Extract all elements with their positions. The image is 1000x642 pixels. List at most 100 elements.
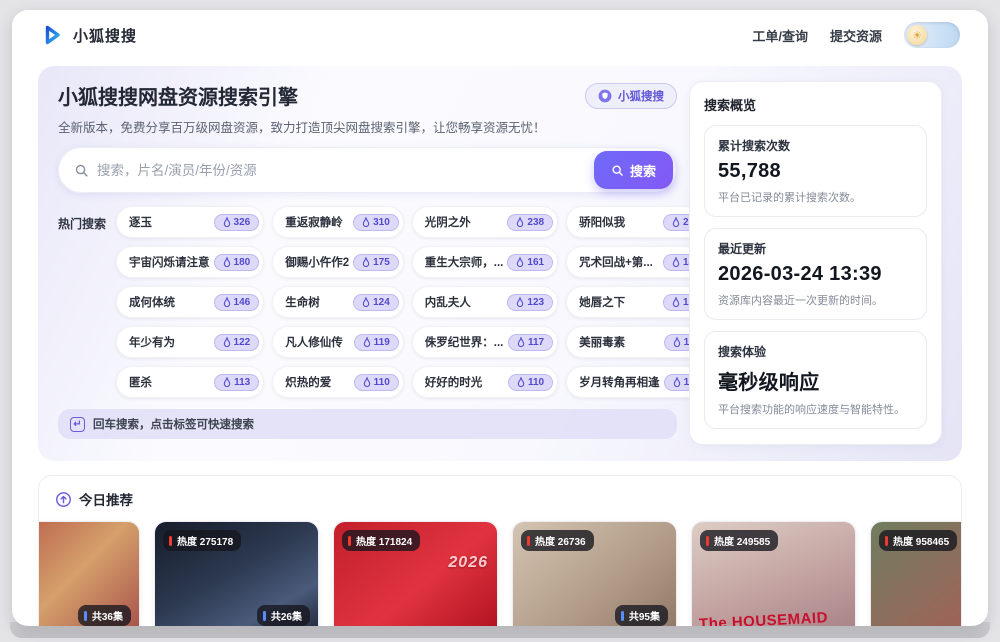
brand[interactable]: 小狐搜搜 bbox=[40, 23, 137, 47]
flame-icon bbox=[673, 337, 681, 348]
hot-tag[interactable]: 好好的时光110 bbox=[412, 366, 558, 398]
nav-link-submit[interactable]: 提交资源 bbox=[830, 26, 882, 45]
hero-section: 小狐搜搜网盘资源搜索引擎 小狐搜搜 全新版本，免费分享百万级网盘资源，致力打造顶… bbox=[58, 81, 677, 445]
hot-tag-count: 117 bbox=[528, 337, 544, 348]
heat-text: 热度 249585 bbox=[714, 533, 770, 548]
stat-desc: 资源库内容最近一次更新的时间。 bbox=[718, 292, 913, 308]
search-bar: 搜索 bbox=[58, 147, 677, 193]
hot-tag-label: 匿杀 bbox=[129, 374, 152, 390]
episode-bar-icon bbox=[263, 611, 266, 621]
hero-header: 小狐搜搜网盘资源搜索引擎 小狐搜搜 bbox=[58, 81, 677, 110]
search-button[interactable]: 搜索 bbox=[594, 151, 673, 189]
poster-image: 热度 171824 2026 bbox=[334, 522, 497, 626]
flame-icon bbox=[223, 257, 231, 268]
flame-icon bbox=[223, 217, 231, 228]
recommend-section: 今日推荐 共36集 剧情 爱情 热度 275178 共26集 动漫 bbox=[38, 475, 962, 626]
hot-tag[interactable]: 凡人修仙传119 bbox=[272, 326, 404, 358]
episode-bar-icon bbox=[84, 611, 87, 621]
hot-tag-count-badge: 117 bbox=[508, 334, 553, 351]
nav-link-tickets[interactable]: 工单/查询 bbox=[752, 26, 808, 45]
logo-play-icon bbox=[40, 23, 64, 47]
hot-tag-count: 113 bbox=[234, 377, 250, 388]
stat-value: 55,788 bbox=[718, 160, 913, 183]
flame-icon bbox=[672, 297, 680, 308]
hot-tag-count-badge: 310 bbox=[353, 214, 399, 231]
hot-tag-label: 侏罗纪世界：... bbox=[425, 334, 504, 350]
theme-toggle[interactable]: ☀ bbox=[904, 22, 960, 48]
hot-tag-count: 124 bbox=[373, 297, 390, 308]
search-input[interactable] bbox=[97, 163, 586, 178]
hot-tag[interactable]: 成何体统146 bbox=[116, 286, 264, 318]
main-panel: 小狐搜搜网盘资源搜索引擎 小狐搜搜 全新版本，免费分享百万级网盘资源，致力打造顶… bbox=[38, 66, 962, 461]
heat-bar-icon bbox=[527, 536, 530, 546]
hot-tag-count: 326 bbox=[234, 217, 251, 228]
hot-tag[interactable]: 光阴之外238 bbox=[412, 206, 558, 238]
recommend-header: 今日推荐 bbox=[55, 489, 945, 509]
hot-tag-label: 她唇之下 bbox=[579, 294, 625, 310]
hot-tag-grid: 逐玉326 重返寂静岭310 光阴之外238 骄阳似我206 宇宙闪烁请注意18… bbox=[116, 206, 714, 398]
hot-tag-label: 宇宙闪烁请注意 bbox=[129, 254, 210, 270]
recommend-card[interactable]: 热度 958465 共40集 电视剧 热榜 剧情 bbox=[870, 521, 962, 626]
recommend-carousel[interactable]: 共36集 剧情 爱情 热度 275178 共26集 动漫 热榜 动作 动画 bbox=[38, 521, 945, 626]
heat-bar-icon bbox=[348, 536, 351, 546]
flame-icon bbox=[362, 217, 370, 228]
hot-tag-label: 好好的时光 bbox=[425, 374, 483, 390]
flame-icon bbox=[516, 217, 524, 228]
hot-tag[interactable]: 重返寂静岭310 bbox=[272, 206, 404, 238]
poster-image: 热度 249585 The HOUSEMAID bbox=[692, 522, 855, 626]
shield-icon bbox=[598, 89, 612, 103]
hot-tag-label: 年少有为 bbox=[129, 334, 175, 350]
heat-text: 热度 275178 bbox=[177, 533, 233, 548]
hot-tag-count-badge: 122 bbox=[214, 334, 260, 351]
heat-badge: 热度 275178 bbox=[163, 530, 241, 551]
hot-tag-count-badge: 180 bbox=[214, 254, 260, 271]
hot-tag-label: 炽热的爱 bbox=[285, 374, 331, 390]
flame-icon bbox=[517, 377, 525, 388]
stat-desc: 平台搜索功能的响应速度与智能特性。 bbox=[718, 401, 913, 417]
search-hint-text: 回车搜索，点击标签可快速搜索 bbox=[93, 416, 254, 432]
hot-tag-label: 骄阳似我 bbox=[579, 214, 625, 230]
heat-bar-icon bbox=[706, 536, 709, 546]
hot-tag-label: 成何体统 bbox=[129, 294, 175, 310]
heat-text: 热度 958465 bbox=[893, 533, 949, 548]
recommend-card[interactable]: 热度 171824 2026 综艺 热榜 真人秀 bbox=[333, 521, 498, 626]
page-title: 小狐搜搜网盘资源搜索引擎 bbox=[58, 81, 298, 110]
security-badge: 小狐搜搜 bbox=[585, 83, 677, 109]
stat-value: 毫秒级响应 bbox=[718, 366, 913, 395]
hot-tag-label: 美丽毒素 bbox=[579, 334, 625, 350]
hot-search-area: 热门搜索 逐玉326 重返寂静岭310 光阴之外238 骄阳似我206 宇宙闪烁… bbox=[58, 206, 677, 398]
recommend-card[interactable]: 热度 249585 The HOUSEMAID 电影 热榜 剧情 悬疑 bbox=[691, 521, 856, 626]
heat-text: 热度 171824 bbox=[356, 533, 412, 548]
hot-tag[interactable]: 炽热的爱 110 bbox=[272, 366, 404, 398]
hot-tag[interactable]: 年少有为 122 bbox=[116, 326, 264, 358]
heat-bar-icon bbox=[885, 536, 888, 546]
hot-tag[interactable]: 重生大宗师，...161 bbox=[412, 246, 558, 278]
subtitle: 全新版本，免费分享百万级网盘资源，致力打造顶尖网盘搜索引擎，让您畅享资源无忧！ bbox=[58, 117, 677, 136]
hot-tag-count: 110 bbox=[374, 377, 390, 388]
hot-tag-count-badge: 110 bbox=[354, 374, 399, 391]
flame-icon bbox=[223, 337, 231, 348]
hot-tag-count: 161 bbox=[527, 257, 544, 268]
recommend-card[interactable]: 热度 275178 共26集 动漫 热榜 动作 动画 bbox=[154, 521, 319, 626]
recommend-card[interactable]: 共36集 剧情 爱情 bbox=[38, 521, 140, 626]
enter-key-icon: ↵ bbox=[70, 417, 85, 432]
flame-icon bbox=[516, 257, 524, 268]
search-button-icon bbox=[611, 164, 624, 177]
episodes-badge: 共36集 bbox=[78, 605, 131, 626]
recommend-card[interactable]: 热度 26736 共95集 短剧 热榜 都市 脑洞 bbox=[512, 521, 677, 626]
hot-tag[interactable]: 生命树 124 bbox=[272, 286, 404, 318]
hot-tag-count: 119 bbox=[374, 337, 390, 348]
episode-bar-icon bbox=[621, 611, 624, 621]
hot-tag[interactable]: 御赐小仵作2175 bbox=[272, 246, 404, 278]
poster-image: 热度 958465 共40集 bbox=[871, 522, 962, 626]
hot-tag[interactable]: 侏罗纪世界：... 117 bbox=[412, 326, 558, 358]
hot-tag[interactable]: 宇宙闪烁请注意180 bbox=[116, 246, 264, 278]
episodes-badge: 共95集 bbox=[615, 605, 668, 626]
hot-tag-label: 生命树 bbox=[285, 294, 320, 310]
hot-tag[interactable]: 内乱夫人123 bbox=[412, 286, 558, 318]
hot-tag[interactable]: 匿杀 113 bbox=[116, 366, 264, 398]
hot-tag-count-badge: 161 bbox=[507, 254, 553, 271]
stat-card-total-searches: 累计搜索次数 55,788 平台已记录的累计搜索次数。 bbox=[704, 125, 927, 217]
hot-tag[interactable]: 逐玉326 bbox=[116, 206, 264, 238]
hot-tag-count-badge: 326 bbox=[214, 214, 260, 231]
